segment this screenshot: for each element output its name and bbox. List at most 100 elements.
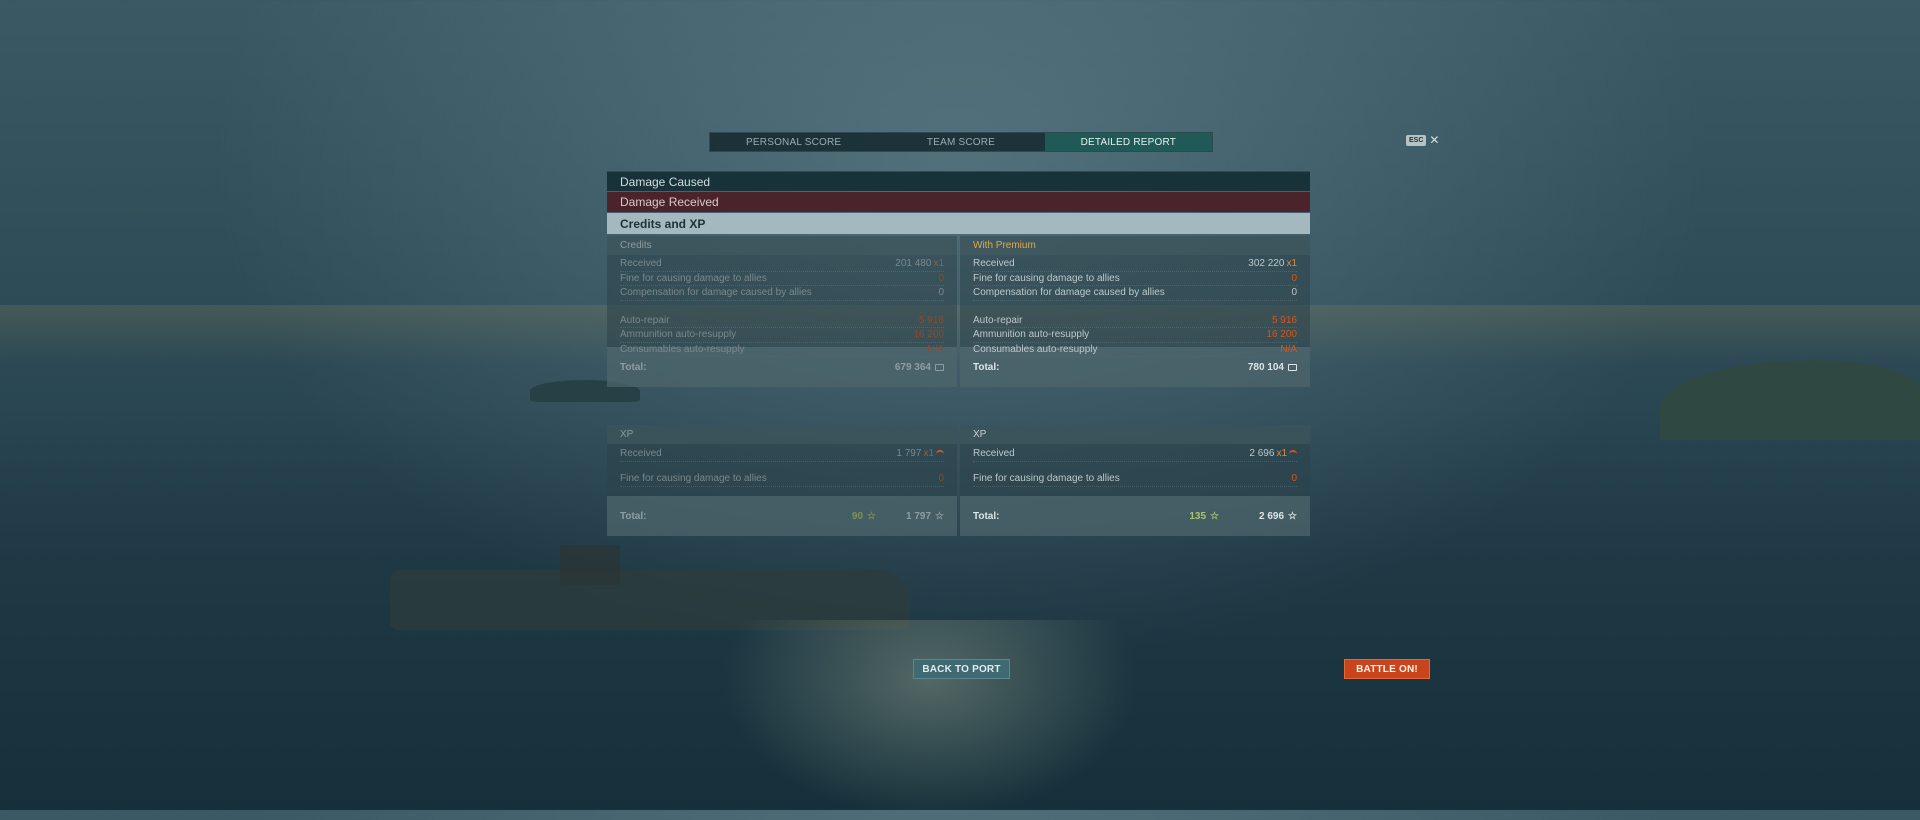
row-value: N/A (1280, 343, 1297, 355)
row-label: Received (973, 448, 1015, 459)
row-ammo: Ammunition auto-resupply 16 200 (620, 328, 944, 343)
row-value: 0 (1291, 287, 1297, 299)
row-fine: Fine for causing damage to allies 0 (973, 472, 1297, 487)
star-icon: ☆ (935, 510, 944, 522)
row-value: 0 (1291, 473, 1297, 485)
row-fine: Fine for causing damage to allies 0 (973, 272, 1297, 286)
distant-island (1660, 360, 1920, 440)
row-value: 0 (938, 287, 944, 299)
row-label: Compensation for damage caused by allies (620, 287, 812, 299)
row-label: Ammunition auto-resupply (620, 329, 737, 341)
section-damage-received[interactable]: Damage Received (607, 192, 1310, 212)
total-xp-value: 2 696 (1259, 510, 1285, 522)
row-label: Fine for causing damage to allies (973, 272, 1120, 284)
xp-header: XP (960, 425, 1310, 444)
xp-panel-premium: XP Received 2 696 x1 Fine for causing dam… (960, 425, 1310, 536)
row-label: Ammunition auto-resupply (973, 329, 1090, 341)
multiplier: x1 (1286, 258, 1297, 270)
section-damage-caused[interactable]: Damage Caused (607, 171, 1310, 191)
xp-total: Total: 135 ☆ 2 696 ☆ (960, 496, 1310, 536)
row-auto-repair: Auto-repair 5 916 (973, 314, 1297, 328)
total-label: Total: (620, 361, 647, 373)
row-label: Consumables auto-resupply (973, 343, 1098, 355)
close-icon[interactable]: ✕ (1429, 134, 1439, 146)
close-control[interactable]: ESC ✕ (1406, 134, 1439, 146)
row-label: Auto-repair (973, 314, 1023, 326)
section-credits-and-xp[interactable]: Credits and XP (607, 213, 1310, 234)
row-auto-repair: Auto-repair 5 916 (620, 314, 944, 328)
credits-panel-premium: With Premium Received 302 220 x1 Fine for… (960, 236, 1310, 387)
total-label: Total: (973, 361, 1000, 373)
row-received: Received 2 696 x1 (973, 446, 1297, 462)
flag-icon (936, 449, 944, 458)
xp-panel-standard: XP Received 1 797 x1 Fine for causing dam… (607, 425, 957, 536)
total-label: Total: (620, 510, 647, 522)
row-spacer (620, 301, 944, 314)
free-xp-value: 135 (1189, 510, 1207, 522)
xp-rows: Received 2 696 x1 Fine for causing damage… (960, 444, 1310, 496)
row-compensation: Compensation for damage caused by allies… (973, 286, 1297, 301)
tab-personal-score[interactable]: PERSONAL SCORE (710, 133, 877, 151)
xp-header: XP (607, 425, 957, 444)
row-value: 1 797 (896, 448, 922, 459)
total-xp-value: 1 797 (906, 510, 932, 522)
battle-on-button[interactable]: BATTLE ON! (1344, 659, 1430, 679)
row-received: Received 201 480 x1 (620, 257, 944, 272)
row-fine: Fine for causing damage to allies 0 (620, 272, 944, 286)
row-value: 0 (1291, 272, 1297, 284)
tab-detailed-report[interactable]: DETAILED REPORT (1044, 133, 1212, 151)
free-xp: 90 ☆ (852, 511, 876, 522)
credits-rows: Received 201 480 x1 Fine for causing dama… (607, 255, 957, 357)
ocean-background (0, 0, 1920, 820)
star-icon: ☆ (1288, 510, 1297, 522)
row-value: 16 200 (913, 329, 944, 341)
multiplier: x1 (933, 258, 944, 270)
row-spacer (973, 462, 1297, 472)
total-xp: 2 696 ☆ (1259, 511, 1297, 522)
row-ammo: Ammunition auto-resupply 16 200 (973, 328, 1297, 343)
credits-panel-standard: Credits Received 201 480 x1 Fine for caus… (607, 236, 957, 387)
row-value: 5 916 (1271, 314, 1297, 326)
row-label: Compensation for damage caused by allies (973, 287, 1165, 299)
star-icon: ☆ (867, 510, 876, 522)
total-xp: 1 797 ☆ (906, 511, 944, 522)
ship-wake (720, 620, 1140, 820)
row-value: 5 916 (918, 314, 944, 326)
row-value: N/A (927, 343, 944, 355)
total-value: 780 104 (1247, 361, 1284, 373)
ship-tower (560, 545, 620, 585)
credits-header: Credits (607, 236, 957, 255)
row-value: 302 220 (1248, 258, 1285, 270)
credit-icon (935, 363, 944, 371)
row-value: 0 (938, 473, 944, 485)
premium-header: With Premium (960, 236, 1310, 255)
total-label: Total: (973, 510, 1000, 522)
row-value: 16 200 (1266, 329, 1297, 341)
row-value: 201 480 (895, 258, 932, 270)
row-label: Fine for causing damage to allies (620, 272, 767, 284)
row-label: Fine for causing damage to allies (973, 473, 1120, 485)
tab-team-score[interactable]: TEAM SCORE (877, 133, 1044, 151)
multiplier: x1 (1276, 448, 1287, 459)
credits-rows: Received 302 220 x1 Fine for causing dama… (960, 255, 1310, 357)
row-label: Fine for causing damage to allies (620, 473, 767, 485)
row-label: Received (620, 258, 662, 270)
flag-icon (1289, 449, 1297, 458)
row-label: Received (973, 258, 1015, 270)
ship-silhouette (390, 570, 910, 630)
row-spacer (973, 301, 1297, 314)
row-received: Received 302 220 x1 (973, 257, 1297, 272)
row-label: Auto-repair (620, 314, 670, 326)
credit-icon (1288, 363, 1297, 371)
xp-rows: Received 1 797 x1 Fine for causing damage… (607, 444, 957, 496)
back-to-port-button[interactable]: BACK TO PORT (913, 659, 1010, 679)
row-spacer (620, 462, 944, 472)
star-icon: ☆ (1210, 510, 1219, 522)
total-value: 679 364 (894, 361, 931, 373)
row-received: Received 1 797 x1 (620, 446, 944, 462)
row-fine: Fine for causing damage to allies 0 (620, 472, 944, 487)
multiplier: x1 (923, 448, 934, 459)
row-value: 2 696 (1249, 448, 1275, 459)
results-tabs: PERSONAL SCORE TEAM SCORE DETAILED REPOR… (709, 132, 1213, 152)
row-value: 0 (938, 272, 944, 284)
